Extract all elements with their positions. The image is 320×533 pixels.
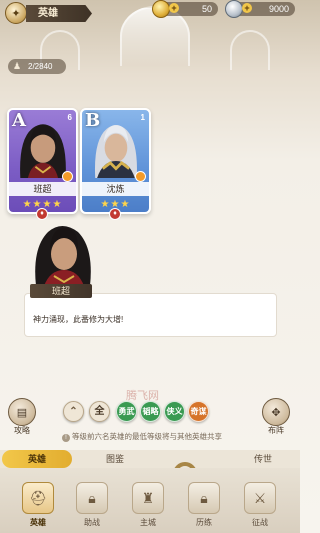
element-badge-icon xyxy=(62,171,73,182)
nav-battle[interactable]: ⚔ 征战 xyxy=(238,476,282,530)
hero-count: ♟ 2/2840 xyxy=(8,59,66,74)
formation-icon: ✥ xyxy=(271,406,281,419)
lock-icon: 🔒︎ xyxy=(76,482,108,514)
filter-qimou[interactable]: 奇谋 xyxy=(188,401,209,422)
page-title: 英雄 xyxy=(26,5,92,22)
card-grade: A xyxy=(12,110,26,131)
card-level: 1 xyxy=(140,113,145,122)
nav-label: 英雄 xyxy=(30,518,46,527)
nav-support[interactable]: 🔒︎ 助战 xyxy=(70,476,114,530)
level-share-hint: ! 等级前六名英雄的最低等级将与其他英雄共享 xyxy=(62,431,222,442)
hero-count-value: 2/2840 xyxy=(28,62,53,71)
compass-icon[interactable]: ✦ xyxy=(5,2,27,24)
nav-city[interactable]: ♜ 主城 xyxy=(126,476,170,530)
gem-icon xyxy=(225,0,243,18)
tab-codex[interactable]: 图鉴 xyxy=(80,450,150,468)
info-icon: ! xyxy=(62,434,70,442)
nav-label: 主城 xyxy=(140,518,156,527)
tab-hero[interactable]: 英雄 xyxy=(2,450,72,468)
add-coin-button[interactable]: + xyxy=(169,3,179,13)
book-icon: ▤ xyxy=(16,406,28,419)
formation-label: 布阵 xyxy=(268,426,284,435)
gem-counter[interactable]: + 9000 xyxy=(225,0,295,18)
dialog-box[interactable]: 神力涌现，此番修为大增! xyxy=(24,293,277,337)
dialog-text: 神力涌现，此番修为大增! xyxy=(33,315,124,324)
card-level: 6 xyxy=(67,113,72,122)
collapse-filter-button[interactable]: ⌃ xyxy=(63,401,84,422)
hint-text: 等级前六名英雄的最低等级将与其他英雄共享 xyxy=(72,432,222,441)
arch-right xyxy=(230,30,270,70)
card-name: 班超 xyxy=(9,182,76,196)
chevron-up-icon: ⌃ xyxy=(69,406,78,417)
formation-button[interactable]: ✥ xyxy=(262,398,290,426)
dialog-speaker: 班超 xyxy=(30,284,92,298)
card-name: 沈炼 xyxy=(82,182,149,196)
helmet-icon: ⛑ xyxy=(22,482,54,514)
castle-icon: ♜ xyxy=(132,482,164,514)
filter-yongwu[interactable]: 勇武 xyxy=(116,401,137,422)
lock-icon: 🔒︎ xyxy=(188,482,220,514)
add-gem-button[interactable]: + xyxy=(242,3,252,13)
guide-label: 攻略 xyxy=(14,426,30,435)
watermark: 腾飞网 xyxy=(126,389,159,402)
nav-label: 历练 xyxy=(196,518,212,527)
hero-card-banchao[interactable]: A 6 班超 ★★★★ xyxy=(7,108,78,214)
hero-card-shenlian[interactable]: B 1 沈炼 ★★★ xyxy=(80,108,151,214)
nav-label: 助战 xyxy=(84,518,100,527)
nav-training[interactable]: 🔒︎ 历练 xyxy=(182,476,226,530)
nav-hero[interactable]: ⛑ 英雄 xyxy=(16,476,60,530)
hero-tabs: 英雄 图鉴 传世 xyxy=(0,450,300,468)
top-bar: ✦ 英雄 + 50 + 9000 xyxy=(0,0,300,24)
filter-all[interactable]: 全 xyxy=(89,401,110,422)
faction-icon: ♦ xyxy=(109,208,121,220)
coin-icon xyxy=(152,0,170,18)
gem-value: 9000 xyxy=(268,4,289,14)
coin-counter[interactable]: + 50 xyxy=(152,0,218,18)
card-grade: B xyxy=(85,110,101,131)
sword-icon: ⚔ xyxy=(244,482,276,514)
coin-value: 50 xyxy=(201,4,212,14)
guide-button[interactable]: ▤ xyxy=(8,398,36,426)
nav-label: 征战 xyxy=(252,518,268,527)
bottom-nav: ⛑ 英雄 🔒︎ 助战 ♜ 主城 🔒︎ 历练 ⚔ 征战 xyxy=(0,468,300,533)
filter-taolue[interactable]: 韬略 xyxy=(140,401,161,422)
filter-xiayi[interactable]: 侠义 xyxy=(164,401,185,422)
people-icon: ♟ xyxy=(13,61,22,71)
speaker-portrait xyxy=(35,226,91,286)
element-badge-icon xyxy=(135,171,146,182)
